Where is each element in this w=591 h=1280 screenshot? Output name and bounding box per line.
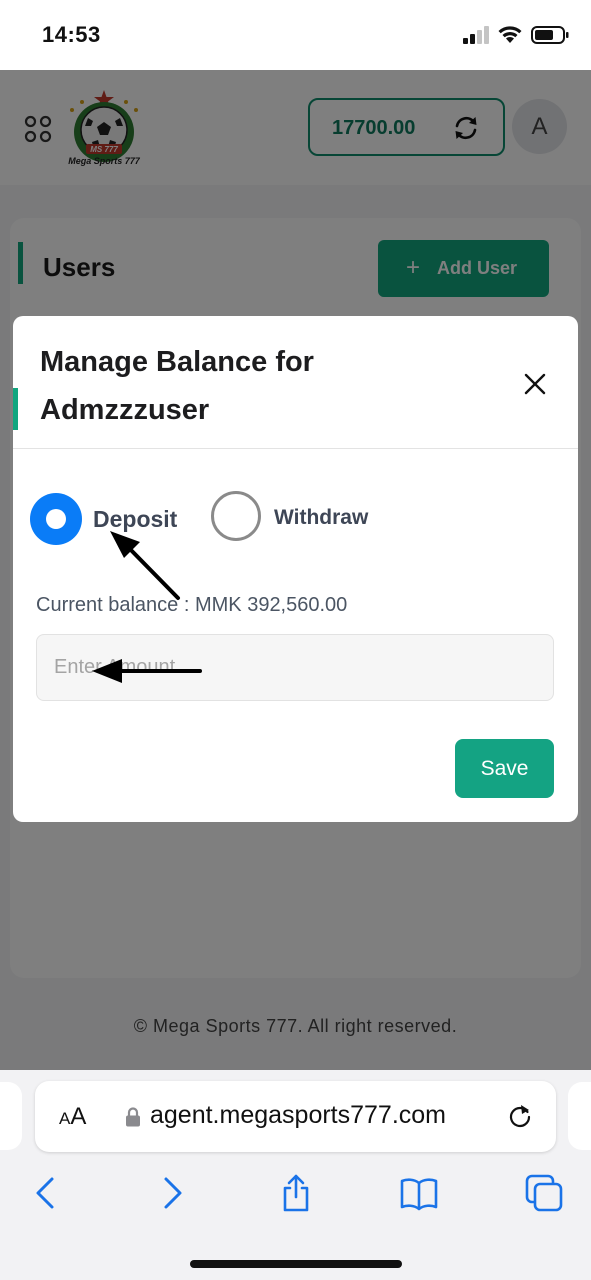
reload-icon[interactable] <box>507 1103 533 1129</box>
wifi-icon <box>498 26 522 43</box>
tabs-icon[interactable] <box>524 1173 564 1213</box>
bookmarks-icon[interactable] <box>399 1173 439 1213</box>
share-icon[interactable] <box>276 1173 316 1213</box>
url-text: agent.megasports777.com <box>150 1101 447 1129</box>
forward-icon[interactable] <box>152 1173 192 1213</box>
reader-settings-button[interactable]: AA <box>59 1103 86 1131</box>
divider <box>13 448 578 449</box>
close-icon[interactable] <box>519 368 551 400</box>
withdraw-label[interactable]: Withdraw <box>274 506 368 530</box>
next-tab-preview[interactable] <box>568 1082 591 1150</box>
previous-tab-preview[interactable] <box>0 1082 22 1150</box>
back-icon[interactable] <box>26 1173 66 1213</box>
manage-balance-modal: Manage Balance for Admzzzuser Deposit Wi… <box>13 316 578 822</box>
deposit-label[interactable]: Deposit <box>93 506 177 533</box>
withdraw-radio[interactable] <box>211 491 261 541</box>
lock-icon <box>126 1107 140 1127</box>
home-indicator <box>190 1260 402 1268</box>
save-button[interactable]: Save <box>455 739 554 798</box>
deposit-radio[interactable] <box>30 493 82 545</box>
radio-dot <box>46 509 66 529</box>
signal-icon <box>463 26 489 44</box>
accent-bar <box>13 388 18 430</box>
address-bar[interactable]: AA agent.megasports777.com <box>35 1081 556 1152</box>
modal-title: Manage Balance for Admzzzuser <box>40 346 314 426</box>
current-balance-text: Current balance : MMK 392,560.00 <box>36 594 348 616</box>
amount-input[interactable] <box>36 634 554 701</box>
status-bar: 14:53 <box>0 0 591 70</box>
status-time: 14:53 <box>42 22 101 47</box>
browser-toolbar: AA agent.megasports777.com <box>0 1070 591 1280</box>
battery-icon <box>531 26 569 44</box>
